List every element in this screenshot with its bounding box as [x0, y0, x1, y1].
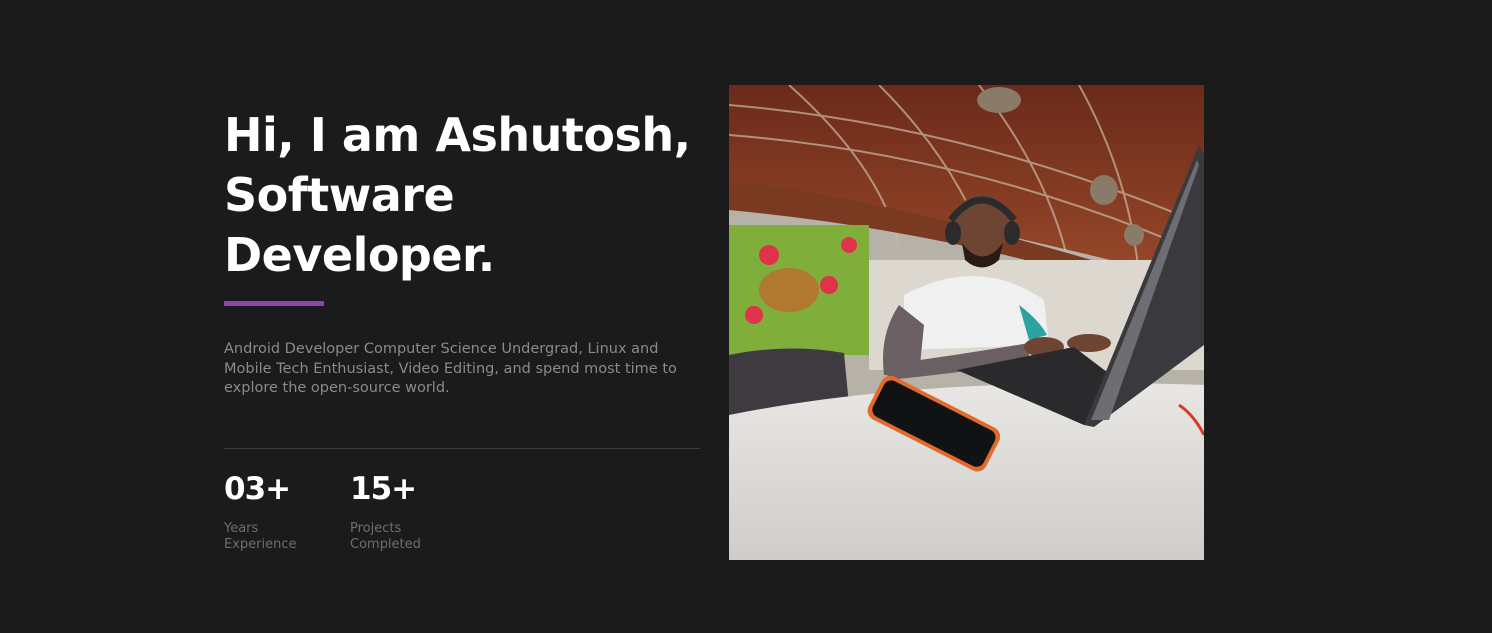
stat-label-line: Projects [350, 520, 402, 536]
stat-years-experience: 03+ Years Experience [224, 469, 302, 553]
stat-label: Years Experience [224, 521, 304, 553]
stats-divider [224, 447, 700, 449]
accent-underline [224, 301, 324, 306]
stat-label-line: Experience [224, 536, 297, 552]
hero-intro: Hi, I am Ashutosh, Software Developer. A… [224, 105, 700, 553]
stat-label-line: Years [224, 520, 259, 536]
profile-photo [729, 85, 1204, 560]
stat-value: 03+ [224, 470, 291, 507]
stat-label-line: Completed [350, 536, 421, 552]
headline-line-greeting: Hi, I am Ashutosh, [224, 108, 691, 162]
stat-projects-completed: 15+ Projects Completed [350, 469, 430, 553]
hero-section: Hi, I am Ashutosh, Software Developer. A… [0, 0, 1492, 633]
headline-line-role: Software [224, 168, 455, 222]
stats-row: 03+ Years Experience 15+ Projects Comple… [224, 469, 700, 553]
headline-line-title: Developer. [224, 228, 495, 282]
hero-bio: Android Developer Computer Science Under… [224, 341, 677, 396]
stat-label: Projects Completed [350, 521, 430, 553]
hero-headline: Hi, I am Ashutosh, Software Developer. [224, 105, 700, 285]
stat-value: 15+ [350, 470, 417, 507]
